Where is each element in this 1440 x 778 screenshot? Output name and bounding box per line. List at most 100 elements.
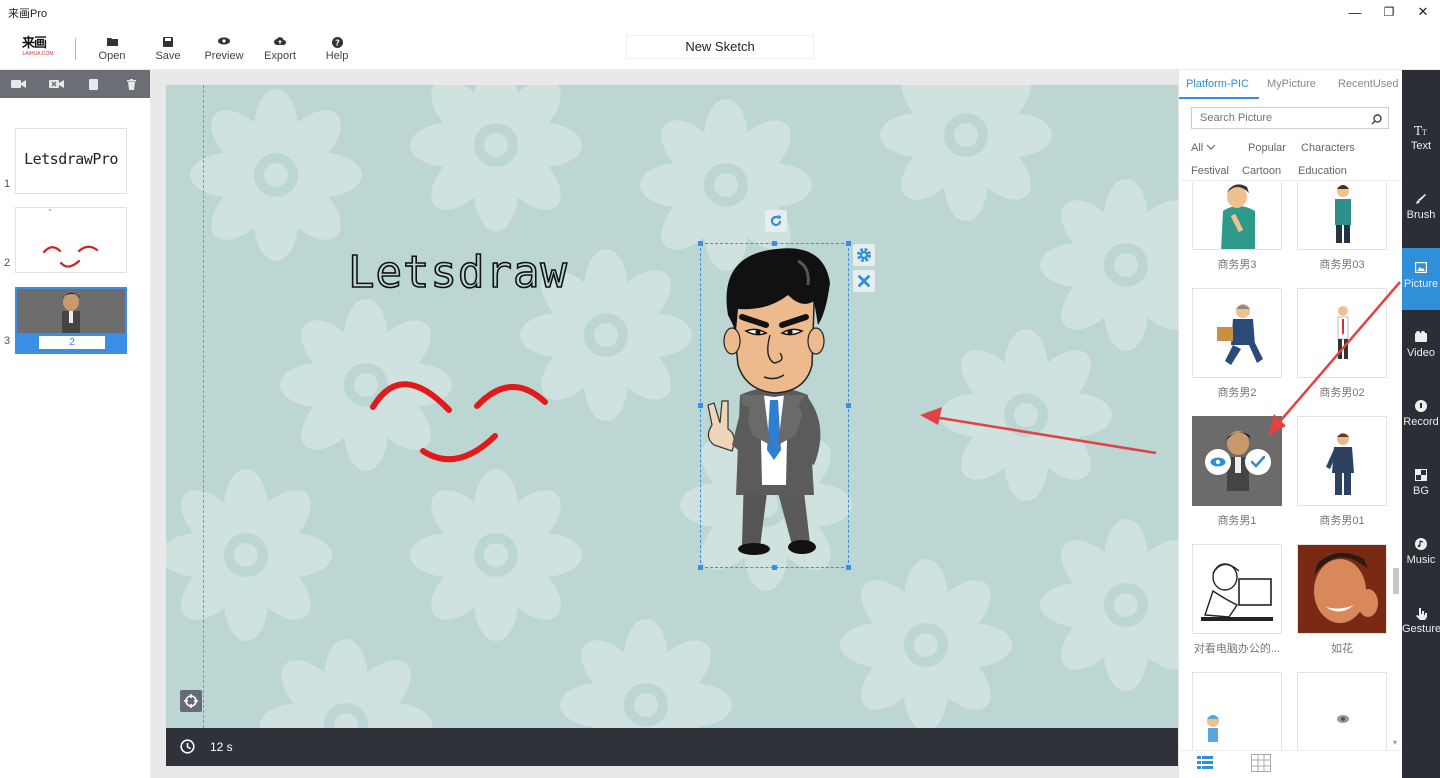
close-window-button[interactable]: ✕ xyxy=(1406,0,1440,24)
picture-thumbnail xyxy=(1335,185,1351,243)
active-tab-indicator xyxy=(1179,97,1259,99)
slide-duration-input[interactable]: 2 xyxy=(39,336,105,349)
rail-video[interactable]: Video xyxy=(1402,317,1440,379)
picture-label: 商务男1 xyxy=(1217,515,1257,527)
annotation-arrow xyxy=(920,407,1157,455)
sketch-canvas[interactable]: Letsdraw xyxy=(166,85,1178,728)
crosshair-icon[interactable] xyxy=(180,690,202,712)
picture-item[interactable] xyxy=(1192,672,1282,750)
rotate-icon[interactable] xyxy=(765,210,787,232)
rail-picture-label: Picture xyxy=(1403,278,1439,290)
rail-text[interactable]: TT Text xyxy=(1402,110,1440,172)
category-all[interactable]: All xyxy=(1191,142,1216,154)
add-camera-icon[interactable] xyxy=(0,70,38,98)
rail-brush-label: Brush xyxy=(1406,209,1436,221)
rail-text-label: Text xyxy=(1410,140,1432,152)
picture-thumbnail xyxy=(1201,563,1273,621)
svg-text:T: T xyxy=(1414,124,1422,136)
picture-item[interactable] xyxy=(1297,182,1387,250)
grid-view-icon[interactable] xyxy=(1251,754,1271,777)
tab-recentused[interactable]: RecentUsed xyxy=(1338,78,1399,90)
remove-camera-icon[interactable] xyxy=(38,70,76,98)
save-label: Save xyxy=(155,50,181,62)
picture-item[interactable] xyxy=(1192,182,1282,250)
businessman-character[interactable] xyxy=(702,245,848,567)
picture-icon xyxy=(1402,262,1440,278)
preview-eye-icon[interactable] xyxy=(1205,449,1231,475)
list-view-icon[interactable] xyxy=(1197,756,1213,775)
search-icon[interactable] xyxy=(1371,112,1382,130)
picture-item[interactable] xyxy=(1192,544,1282,634)
gear-icon[interactable] xyxy=(853,244,875,266)
picture-item[interactable] xyxy=(1297,544,1387,634)
search-input[interactable] xyxy=(1191,107,1389,129)
close-icon[interactable] xyxy=(853,270,875,292)
svg-text:?: ? xyxy=(335,39,340,48)
category-characters[interactable]: Characters xyxy=(1301,142,1355,154)
divider xyxy=(1179,180,1401,181)
slides-panel: 1 LetsdrawPro 2 3 2 xyxy=(0,70,150,778)
title-bar: 来画Pro — ❐ ✕ xyxy=(0,0,1440,24)
rail-brush[interactable]: Brush xyxy=(1402,179,1440,241)
divider xyxy=(1179,750,1401,751)
canvas-text[interactable]: Letsdraw xyxy=(347,246,568,299)
slide-thumbnail-2[interactable] xyxy=(15,207,127,273)
sketch-title[interactable]: New Sketch xyxy=(626,35,814,59)
open-button[interactable]: Open xyxy=(87,37,137,62)
category-festival[interactable]: Festival xyxy=(1191,165,1229,177)
save-button[interactable]: Save xyxy=(143,37,193,62)
folder-icon xyxy=(87,37,137,50)
picture-label: 商务男3 xyxy=(1217,259,1257,271)
picture-label: 如花 xyxy=(1331,643,1353,655)
slide-thumbnail-1[interactable]: LetsdrawPro xyxy=(15,128,127,194)
maximize-button[interactable]: ❐ xyxy=(1372,0,1406,24)
copy-slide-icon[interactable] xyxy=(75,70,113,98)
annotation-arrow xyxy=(1268,281,1401,436)
chevron-down-icon xyxy=(1206,142,1216,154)
help-icon: ? xyxy=(312,37,362,50)
tab-platform-pic[interactable]: Platform-PIC xyxy=(1186,78,1249,90)
help-button[interactable]: ? Help xyxy=(312,37,362,62)
rail-picture[interactable]: Picture xyxy=(1402,248,1440,310)
text-icon: TT xyxy=(1402,124,1440,140)
guide-line xyxy=(203,85,204,728)
category-popular[interactable]: Popular xyxy=(1248,142,1286,154)
picture-item[interactable] xyxy=(1297,672,1387,750)
export-button[interactable]: Export xyxy=(255,37,305,62)
delete-slide-icon[interactable] xyxy=(113,70,151,98)
clock-icon xyxy=(180,739,195,757)
rail-record[interactable]: Record xyxy=(1402,386,1440,448)
slide-number: 2 xyxy=(4,257,11,269)
picture-thumbnail xyxy=(1298,545,1386,633)
picture-thumbnail xyxy=(1221,184,1255,249)
rail-video-label: Video xyxy=(1407,347,1435,359)
picture-thumbnail xyxy=(1337,715,1349,723)
slide-thumbnail-text: LetsdrawPro xyxy=(24,150,118,168)
bg-icon xyxy=(1402,469,1440,485)
rail-music[interactable]: Music xyxy=(1402,524,1440,586)
rail-gesture[interactable]: Gesture xyxy=(1402,593,1440,655)
slide-thumbnail-3[interactable]: 2 xyxy=(15,287,127,354)
slide-duration-bar: 2 xyxy=(17,333,125,352)
tool-rail: TT Text Brush Picture Video Record BG Mu… xyxy=(1402,70,1440,778)
music-icon xyxy=(1402,538,1440,554)
tab-mypicture[interactable]: MyPicture xyxy=(1267,78,1316,90)
picture-thumbnail xyxy=(1207,715,1219,742)
minimize-button[interactable]: — xyxy=(1338,0,1372,24)
category-education[interactable]: Education xyxy=(1298,165,1347,177)
picture-label: 商务男03 xyxy=(1319,259,1365,271)
checkmark-icon[interactable] xyxy=(1245,449,1271,475)
category-cartoon[interactable]: Cartoon xyxy=(1242,165,1281,177)
smile-sketch[interactable] xyxy=(361,370,561,480)
scroll-down-icon[interactable]: ▾ xyxy=(1393,738,1397,747)
preview-button[interactable]: Preview xyxy=(199,37,249,62)
window-title: 来画Pro xyxy=(8,8,48,20)
timer-value: 12 s xyxy=(210,740,233,754)
slide-number: 3 xyxy=(4,335,11,347)
scrollbar-thumb[interactable] xyxy=(1393,568,1399,594)
rail-bg[interactable]: BG xyxy=(1402,455,1440,517)
rail-gesture-label: Gesture xyxy=(1402,623,1440,635)
category-all-label: All xyxy=(1191,142,1204,154)
cloud-upload-icon xyxy=(255,37,305,50)
timeline-bar: 12 s xyxy=(166,728,1178,766)
